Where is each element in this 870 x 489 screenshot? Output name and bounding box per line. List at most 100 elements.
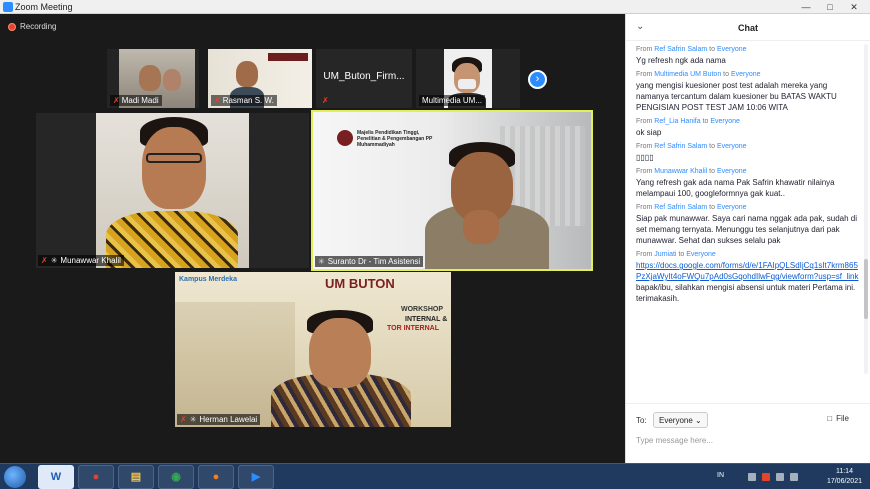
clock[interactable]: 11:14 17/06/2021 xyxy=(827,467,862,487)
thumbnail-tile[interactable]: UM_Buton_Firm... ✗ xyxy=(316,49,412,108)
mic-muted-icon: ✗ xyxy=(214,96,221,105)
window-titlebar: Zoom Meeting — □ ✕ xyxy=(0,0,870,14)
chrome-icon[interactable]: ◉ xyxy=(158,465,194,489)
video-tile-suranto[interactable]: Majelis Pendidikan Tinggi, Penelitian & … xyxy=(311,110,593,271)
chat-message: From Ref Safrin Salam to Everyone ▯▯▯▯ xyxy=(626,142,870,163)
muhammadiyah-logo xyxy=(337,130,353,146)
recording-indicator[interactable]: Recording xyxy=(8,22,56,31)
chat-message-header: From Munawwar Khalil to Everyone xyxy=(636,168,747,175)
chat-message-header: From Multimedia UM Buton to Everyone xyxy=(636,71,761,78)
chat-message-text: yang mengisi kuesioner post test adalah … xyxy=(636,81,837,112)
maximize-button[interactable]: □ xyxy=(824,1,836,13)
chat-message-text: Siap pak munawwar. Saya cari nama nggak … xyxy=(636,214,858,245)
window-title: Zoom Meeting xyxy=(15,2,73,12)
close-button[interactable]: ✕ xyxy=(848,1,860,13)
mic-muted-icon: ✗ xyxy=(180,415,187,424)
recipient-select[interactable]: Everyone ⌄ xyxy=(653,412,708,428)
zoom-app-icon xyxy=(3,2,13,12)
participant-face xyxy=(142,127,206,209)
participant-name: ✗ ✳ Munawwar Khalil xyxy=(38,255,124,266)
file-explorer-icon[interactable]: ▤ xyxy=(118,465,154,489)
chat-header: ⌄ Chat xyxy=(626,14,870,41)
windows-taskbar: W ● ▤ ◉ ● ▶ IN 11:14 17/06/2021 xyxy=(0,463,870,489)
recipient-label: To: xyxy=(636,416,647,425)
face-mask xyxy=(458,79,476,89)
participant-face xyxy=(139,65,161,91)
volume-icon[interactable] xyxy=(790,473,798,481)
workshop-line-3: TOR INTERNAL xyxy=(387,325,439,332)
clock-date: 17/06/2021 xyxy=(826,478,862,485)
logo-banner xyxy=(268,53,308,61)
chat-scrollbar-thumb[interactable] xyxy=(864,259,868,319)
clock-time: 11:14 xyxy=(835,468,853,475)
chat-composer: To: Everyone ⌄ □ File Type message here..… xyxy=(626,403,870,463)
chat-message-text: bapak/ibu, silahkan mengisi absensi untu… xyxy=(636,283,856,303)
record-icon xyxy=(8,22,16,31)
kampus-merdeka-logo: Kampus Merdeka xyxy=(179,276,237,283)
file-icon: □ xyxy=(827,414,833,423)
chat-message-text: ▯▯▯▯ xyxy=(636,153,654,162)
chat-message: From Ref_Lia Hanifa to Everyone ok siap xyxy=(626,117,870,138)
language-indicator[interactable]: IN xyxy=(717,472,724,479)
participant-face xyxy=(163,69,181,91)
participant-name: ✗ ✳ Herman Lawelai xyxy=(177,414,261,425)
participant-name: ✳ Suranto Dr - Tim Asistensi xyxy=(315,256,424,267)
video-stage: Recording ✗ Madi Madi ✗ Rasman S. W. UM_Bu… xyxy=(0,14,625,463)
message-input[interactable]: Type message here... xyxy=(636,436,713,445)
mic-muted-icon: ✗ xyxy=(113,96,120,105)
start-button[interactable] xyxy=(4,466,26,488)
record-app-icon[interactable]: ● xyxy=(78,465,114,489)
video-tile-herman[interactable]: Kampus Merdeka UM BUTON WORKSHOP INTERNA… xyxy=(175,272,451,427)
pin-icon: ✳ xyxy=(318,257,325,266)
chat-title: Chat xyxy=(738,23,758,33)
chat-scrollbar-track[interactable] xyxy=(864,44,868,374)
chat-message: From Multimedia UM Buton to Everyone yang… xyxy=(626,70,870,113)
slide-heading: Majelis Pendidikan Tinggi, Penelitian & … xyxy=(357,130,433,148)
chat-message: From Ref Safrin Salam to Everyone Siap pa… xyxy=(626,203,870,246)
participant-name: Multimedia UM... xyxy=(419,95,486,106)
chat-message-header: From Jumiati to Everyone xyxy=(636,251,716,258)
chat-message-text: ok siap xyxy=(636,128,662,137)
mic-muted-icon: ✗ xyxy=(41,256,48,265)
mic-muted-icon: ✗ xyxy=(322,96,329,105)
participant-name: ✗ Rasman S. W. xyxy=(211,95,277,106)
recording-label: Recording xyxy=(20,22,57,31)
chat-message-header: From Ref_Lia Hanifa to Everyone xyxy=(636,118,740,125)
participant-name: ✗ xyxy=(319,95,332,106)
network-icon[interactable] xyxy=(776,473,784,481)
zoom-taskbar-icon[interactable]: ▶ xyxy=(238,465,274,489)
word-app-icon[interactable]: W xyxy=(38,465,74,489)
chat-message-header: From Ref Safrin Salam to Everyone xyxy=(636,204,747,211)
chat-message-text: Yang refresh gak ada nama Pak Safrin kha… xyxy=(636,178,835,198)
thumbnail-tile[interactable]: ✗ Madi Madi xyxy=(107,49,199,108)
workshop-line-1: WORKSHOP xyxy=(401,306,443,313)
participant-hands xyxy=(463,210,499,244)
participant-face xyxy=(236,61,258,87)
up-arrow-icon[interactable] xyxy=(748,473,756,481)
thumbnail-tile[interactable]: ✗ Rasman S. W. xyxy=(208,49,312,108)
video-tile-munawwar[interactable]: ✗ ✳ Munawwar Khalil xyxy=(36,113,309,268)
um-buton-logo: UM BUTON xyxy=(325,276,395,291)
participant-name: ✗ Madi Madi xyxy=(110,95,162,106)
minimize-button[interactable]: — xyxy=(800,1,812,13)
file-button[interactable]: □ File xyxy=(827,414,849,423)
thumbnail-tile[interactable]: Multimedia UM... xyxy=(416,49,520,108)
firefox-icon[interactable]: ● xyxy=(198,465,234,489)
chat-message: From Jumiati to Everyone https://docs.goo… xyxy=(626,250,870,304)
chat-message-header: From Ref Safrin Salam to Everyone xyxy=(636,143,747,150)
chat-message: From Ref Safrin Salam to Everyone Yg refr… xyxy=(626,45,870,66)
pin-icon: ✳ xyxy=(50,256,58,265)
chat-link[interactable]: https://docs.google.com/forms/d/e/1FAIpQ… xyxy=(636,260,861,282)
chat-message-text: Yg refresh ngk ada nama xyxy=(636,56,726,65)
chat-message-header: From Ref Safrin Salam to Everyone xyxy=(636,46,747,53)
pin-icon: ✳ xyxy=(189,415,197,424)
chat-panel: ⌄ Chat From Ref Safrin Salam to Everyone… xyxy=(625,14,870,463)
workshop-line-2: INTERNAL & xyxy=(405,316,448,323)
participant-body xyxy=(106,211,238,268)
participant-name-large: UM_Buton_Firm... xyxy=(323,71,405,82)
chat-message: From Munawwar Khalil to Everyone Yang ref… xyxy=(626,167,870,199)
next-page-button[interactable]: › xyxy=(528,70,547,89)
chat-messages[interactable]: From Ref Safrin Salam to Everyone Yg refr… xyxy=(626,41,870,403)
glasses xyxy=(146,153,202,163)
security-icon[interactable] xyxy=(762,473,770,481)
